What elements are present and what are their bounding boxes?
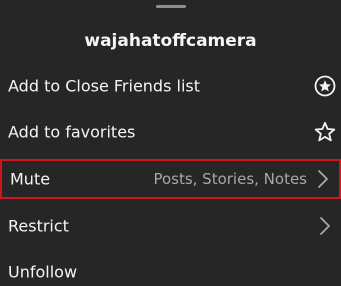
menu-item-mute[interactable]: Mute Posts, Stories, Notes	[0, 159, 341, 199]
mute-status-text: Posts, Stories, Notes	[153, 170, 307, 188]
drag-handle[interactable]	[156, 5, 186, 8]
star-outline-icon	[314, 121, 336, 142]
menu-item-label: Add to favorites	[8, 122, 136, 142]
menu-item-label: Unfollow	[8, 262, 78, 282]
sheet-title-username: wajahatoffcamera	[84, 31, 257, 51]
menu-item-label: Add to Close Friends list	[8, 76, 201, 96]
menu-item-restrict[interactable]: Restrict	[0, 206, 341, 246]
menu-item-add-to-close-friends[interactable]: Add to Close Friends list	[0, 66, 341, 106]
close-friends-star-icon	[314, 75, 336, 97]
menu-item-unfollow[interactable]: Unfollow	[0, 252, 341, 286]
bottom-sheet: wajahatoffcamera Add to Close Friends li…	[0, 0, 341, 286]
menu-item-label: Restrict	[8, 216, 69, 236]
menu-item-add-to-favorites[interactable]: Add to favorites	[0, 112, 341, 152]
menu-item-label: Mute	[10, 169, 51, 189]
chevron-right-icon	[318, 170, 328, 188]
chevron-right-icon	[320, 217, 330, 235]
